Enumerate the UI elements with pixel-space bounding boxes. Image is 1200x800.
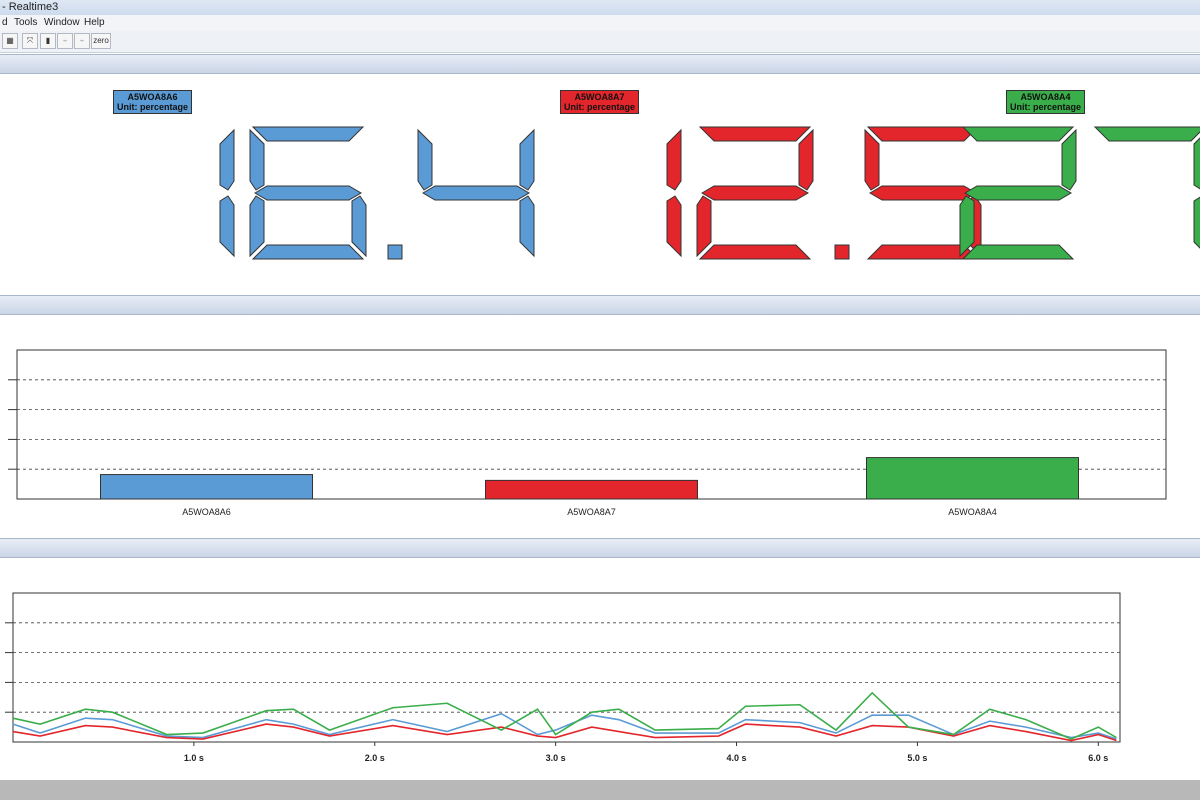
display-unit-1: Unit: percentage [117,102,189,112]
decimal-point-segment [834,244,850,260]
decimal-point-segment [387,244,403,260]
display-name-1: A5WOA8A6 [127,92,178,102]
display-unit-3: Unit: percentage [1010,102,1082,112]
segment-lower-right [666,195,682,258]
segment-upper-left [864,128,880,191]
segment-middle [254,185,362,201]
menu-bar: d Tools Window Help [0,15,1200,31]
display-unit-2: Unit: percentage [564,102,636,112]
segment-top [866,126,980,142]
display-tag-2: A5WOA8A7 Unit: percentage [560,90,640,114]
segment-bottom [961,244,1075,260]
grid-icon[interactable]: ▦ [2,33,18,49]
digital-panel-header[interactable] [0,54,1200,74]
segment-lower-right [351,195,367,258]
segment-lower-right [519,195,535,258]
digital-display-panel: A5WOA8A6 Unit: percentage A5WOA8A7 Unit:… [0,74,1200,294]
digital-readout-3 [959,126,1200,260]
window-title: - Realtime3 [2,1,59,13]
menu-item-partial[interactable]: d [2,15,8,31]
y-zero-icon[interactable]: ⌁ [74,33,90,49]
menu-item-window[interactable]: Window [44,15,80,31]
status-bar [0,780,1200,800]
segment-top [961,126,1075,142]
line-plot-frame [12,592,1121,743]
pause-icon[interactable]: ▮ [40,33,56,49]
segment-bottom [251,244,365,260]
segment-upper-right [519,128,535,191]
segment-upper-right [219,128,235,191]
display-name-3: A5WOA8A4 [1020,92,1071,102]
toolbar: ▦ ⤧ ▮ ⌁ ⌁ zero [0,31,1200,53]
segment-middle [701,185,809,201]
digital-readout-2 [666,126,982,260]
segment-upper-right [798,128,814,191]
segment-lower-left [696,195,712,258]
segment-upper-right [1193,137,1200,190]
segment-middle [964,185,1072,201]
display-name-2: A5WOA8A7 [574,92,625,102]
window-titlebar: - Realtime3 [0,0,1200,15]
line-x-tick-label: 2.0 s [365,753,385,763]
menu-item-help[interactable]: Help [84,15,105,31]
bar-chart-panel: A5WOA8A6 A5WOA8A7 A5WOA8A4 [0,315,1200,535]
segment-lower-right [219,195,235,258]
zero-button[interactable]: zero [91,33,111,49]
line-x-tick-label: 1.0 s [184,753,204,763]
line-panel-header[interactable] [0,538,1200,558]
bar-panel-header[interactable] [0,295,1200,315]
menu-item-tools[interactable]: Tools [14,15,37,31]
segment-upper-right [1061,128,1077,191]
bar-category-label: A5WOA8A4 [948,507,997,517]
segment-top [698,126,812,142]
digital-readout-1 [219,126,535,260]
segment-top [251,126,365,142]
bar-chart: A5WOA8A6 A5WOA8A7 A5WOA8A4 [8,349,1167,517]
line-x-tick-label: 6.0 s [1088,753,1108,763]
display-tag-1: A5WOA8A6 Unit: percentage [113,90,193,114]
scale-icon[interactable]: ⤧ [22,33,38,49]
line-x-tick-label: 4.0 s [727,753,747,763]
segment-upper-left [249,128,265,191]
segment-upper-right [666,128,682,191]
line-chart-panel: 1.0 s 2.0 s 3.0 s 4.0 s 5.0 s 6.0 s [0,558,1200,780]
bar-category-label: A5WOA8A6 [182,507,231,517]
line-x-tick-label: 3.0 s [546,753,566,763]
line-x-tick-label: 5.0 s [907,753,927,763]
bar-category-label: A5WOA8A7 [567,507,616,517]
bar-A5WOA8A4 [866,457,1079,500]
segment-middle [422,185,530,201]
segment-top [1093,126,1200,142]
bar-A5WOA8A6 [100,474,313,500]
bar-A5WOA8A7 [485,479,698,500]
segment-middle [869,185,977,201]
segment-lower-left [249,195,265,258]
series-line-3 [12,691,1117,740]
segment-lower-right [1193,196,1200,249]
segment-bottom [698,244,812,260]
segment-upper-left [417,128,433,191]
line-chart: 1.0 s 2.0 s 3.0 s 4.0 s 5.0 s 6.0 s [5,592,1121,763]
display-tag-3: A5WOA8A4 Unit: percentage [1006,90,1086,114]
x-zero-icon[interactable]: ⌁ [57,33,73,49]
